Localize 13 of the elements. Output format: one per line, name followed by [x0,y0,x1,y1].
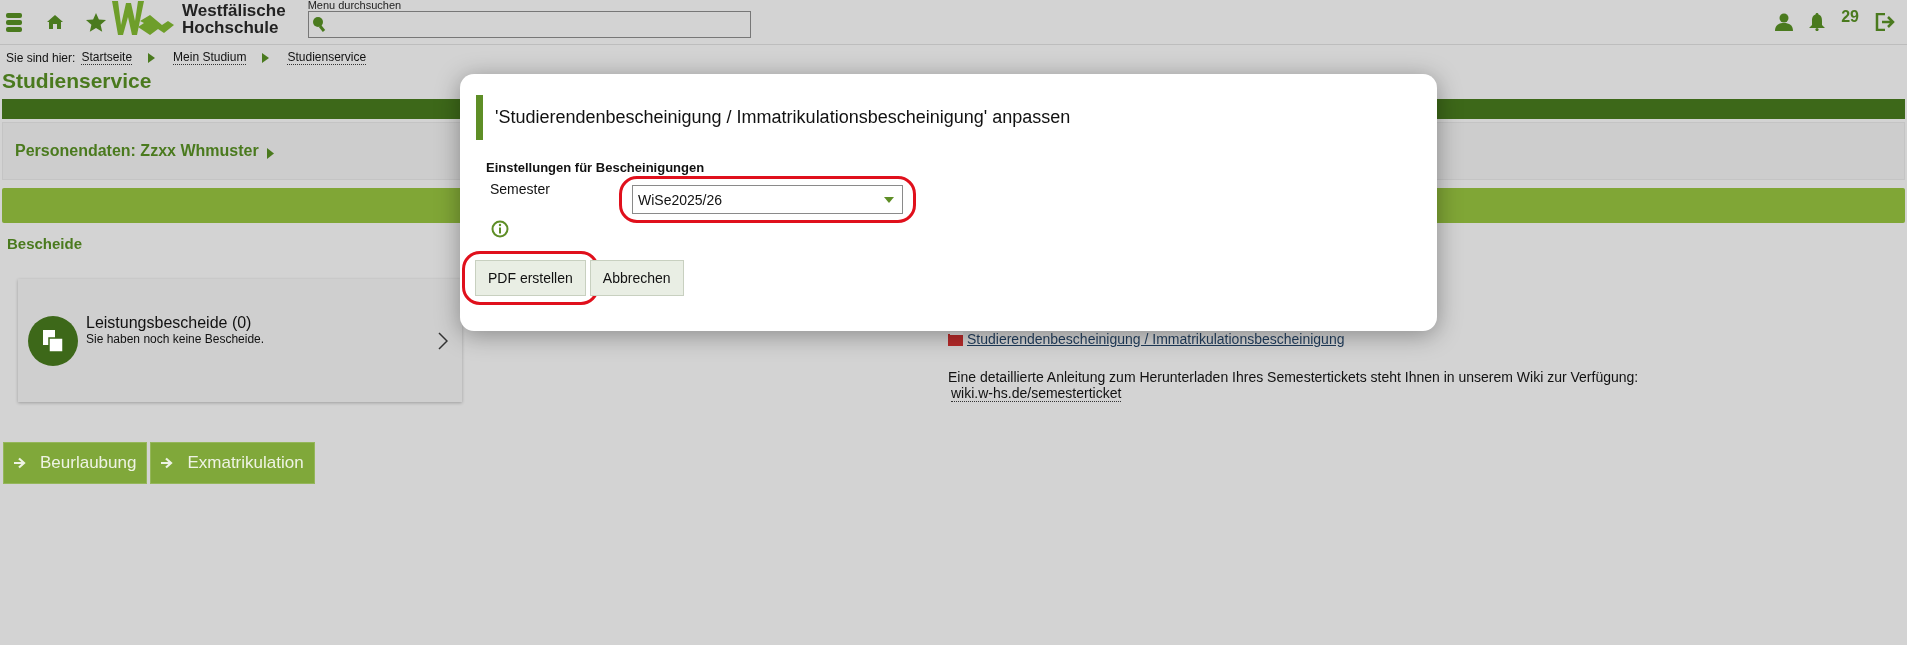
panel-label: Personendaten: Zzxx Whmuster [15,142,259,160]
breadcrumb-label: Sie sind hier: [6,50,76,65]
logo-text: Hochschule [182,19,280,36]
section-title: Bescheide [7,235,84,252]
dialog-title: 'Studierendenbescheinigung / Immatrikulationsbescheinigung' anpassen [476,95,1421,140]
settings-heading: Einstellungen für Bescheinigungen [486,160,706,175]
card-subtitle: Sie haben noch keine Bescheide. [86,331,265,346]
field-label: Semester [489,181,551,197]
page-title: Studienservice [2,69,153,93]
card-title: Leistungsbescheide (0) [86,313,253,332]
info-text: Eine detaillierte Anleitung zum Herunterladen Ihres Semestertickets steht Ihnen in unserem Wiki zur Verfügung: [948,369,1639,385]
logo-text: Westfälische [182,2,286,19]
search-label: Menu durchsuchen [307,0,403,11]
